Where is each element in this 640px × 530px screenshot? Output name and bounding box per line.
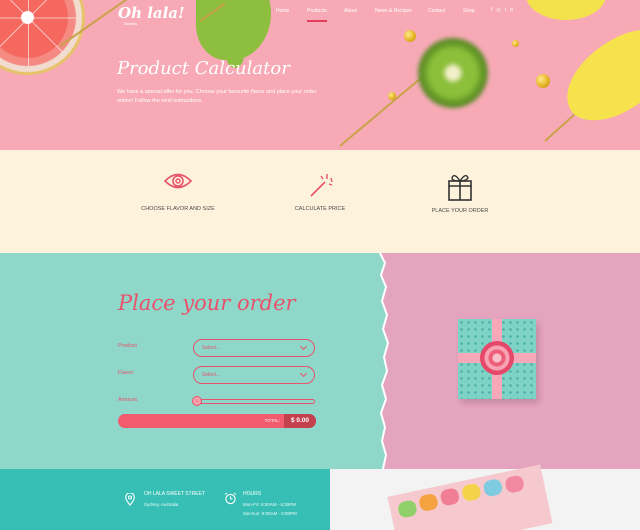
amount-label: Amount <box>118 397 137 403</box>
chevron-down-icon <box>299 369 308 378</box>
torn-paper-edge <box>378 253 390 469</box>
gift-box-image <box>458 319 536 399</box>
product-label: Product <box>118 343 137 349</box>
hero-section: Oh lala! Sweets Home Products About News… <box>0 0 640 150</box>
nav-contact[interactable]: Contact <box>428 8 445 14</box>
step-label: PLACE YOUR ORDER <box>431 208 489 214</box>
order-section: Place your order Product Select... Flavo… <box>0 253 640 469</box>
amount-slider[interactable]: 1 <box>192 396 315 406</box>
nav-home[interactable]: Home <box>276 8 289 14</box>
amount-slider-thumb[interactable]: 1 <box>192 396 202 406</box>
steps-section: CHOOSE FLAVOR AND SIZE CALCULATE PRICE P… <box>0 150 640 253</box>
hero-description: We have a special offer for you. Choose … <box>117 89 317 104</box>
gold-ball-image <box>404 30 416 42</box>
alarm-clock-icon <box>224 492 237 505</box>
address-heading: OH LALA SWEET STREET <box>144 491 206 497</box>
address-line: Sydney, Australia <box>144 502 179 507</box>
footer-info: OH LALA SWEET STREET Sydney, Australia H… <box>0 469 330 530</box>
product-select[interactable]: Select... <box>193 339 315 357</box>
step-choose: CHOOSE FLAVOR AND SIZE <box>118 170 238 212</box>
site-logo[interactable]: Oh lala! <box>118 4 185 22</box>
instagram-icon[interactable]: ◎ <box>496 7 500 13</box>
facebook-icon[interactable]: f <box>491 7 492 13</box>
nav-products[interactable]: Products <box>307 8 327 14</box>
flavor-select-value: Select... <box>202 372 221 378</box>
flavor-select[interactable]: Select... <box>193 366 315 384</box>
gold-ball-image <box>512 40 519 47</box>
total-value: $ 0.00 <box>284 414 316 428</box>
nav-shop[interactable]: Shop <box>463 8 475 14</box>
lemon-image <box>526 0 606 20</box>
twitter-icon[interactable]: t <box>505 7 506 13</box>
gift-icon <box>448 174 472 201</box>
magic-wand-icon <box>310 174 333 197</box>
total-bar: TOTAL: $ 0.00 <box>118 414 316 428</box>
order-form-panel: Place your order Product Select... Flavo… <box>0 253 386 469</box>
step-label: CHOOSE FLAVOR AND SIZE <box>141 206 215 212</box>
step-calculate: CALCULATE PRICE <box>260 170 380 212</box>
nav-news-recipes[interactable]: News & Recipes <box>375 8 412 14</box>
site-tagline: Sweets <box>124 21 138 26</box>
hours-weekend: Sat-Sun: 9:00AM - 5:00PM <box>243 511 297 516</box>
hours-heading: HOURS <box>243 491 262 497</box>
page-title: Product Calculator <box>117 58 290 79</box>
kiwi-image <box>418 38 488 108</box>
step-place-order: PLACE YOUR ORDER <box>400 170 520 214</box>
pinterest-icon[interactable]: p <box>510 7 513 13</box>
gift-bow <box>480 341 514 375</box>
order-title: Place your order <box>118 291 296 315</box>
banana-image <box>550 15 640 135</box>
product-select-value: Select... <box>202 345 221 351</box>
nav-about[interactable]: About <box>344 8 357 14</box>
location-pin-icon <box>125 493 135 506</box>
total-label: TOTAL: <box>264 418 280 423</box>
gold-ball-image <box>388 92 396 100</box>
eye-icon <box>163 173 193 189</box>
social-links: f ◎ t p <box>491 7 513 13</box>
nav-active-indicator <box>307 20 327 22</box>
step-label: CALCULATE PRICE <box>294 206 346 212</box>
hours-weekdays: Mon-Fri: 8:00AM - 6:30PM <box>243 502 297 507</box>
gold-ball-image <box>536 74 550 88</box>
flavor-label: Flavor <box>118 370 134 376</box>
chevron-down-icon <box>299 342 308 351</box>
